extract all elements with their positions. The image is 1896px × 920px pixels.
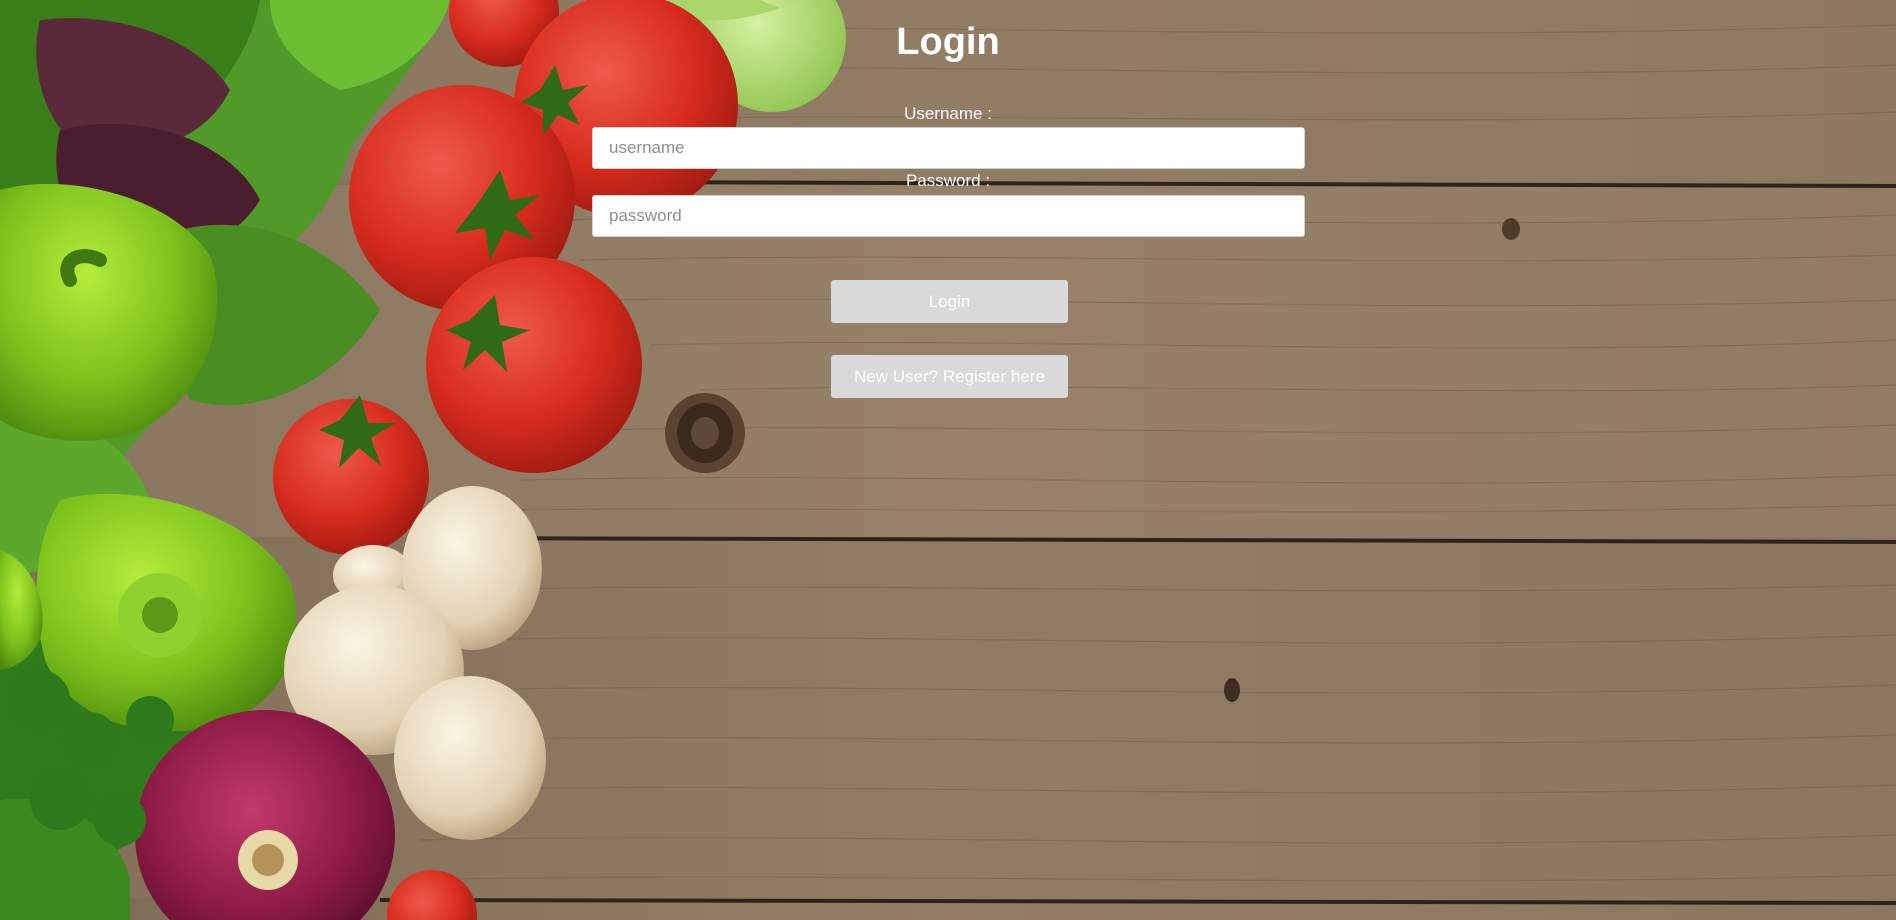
username-input[interactable]	[592, 127, 1305, 169]
password-label: Password :	[905, 171, 991, 190]
register-button[interactable]: New User? Register here	[831, 355, 1068, 398]
password-input[interactable]	[592, 195, 1305, 237]
username-label: Username :	[904, 104, 992, 123]
login-button[interactable]: Login	[831, 280, 1068, 323]
login-page: Login Username : Password : Login New Us…	[0, 0, 1896, 920]
page-title: Login	[896, 21, 1000, 63]
